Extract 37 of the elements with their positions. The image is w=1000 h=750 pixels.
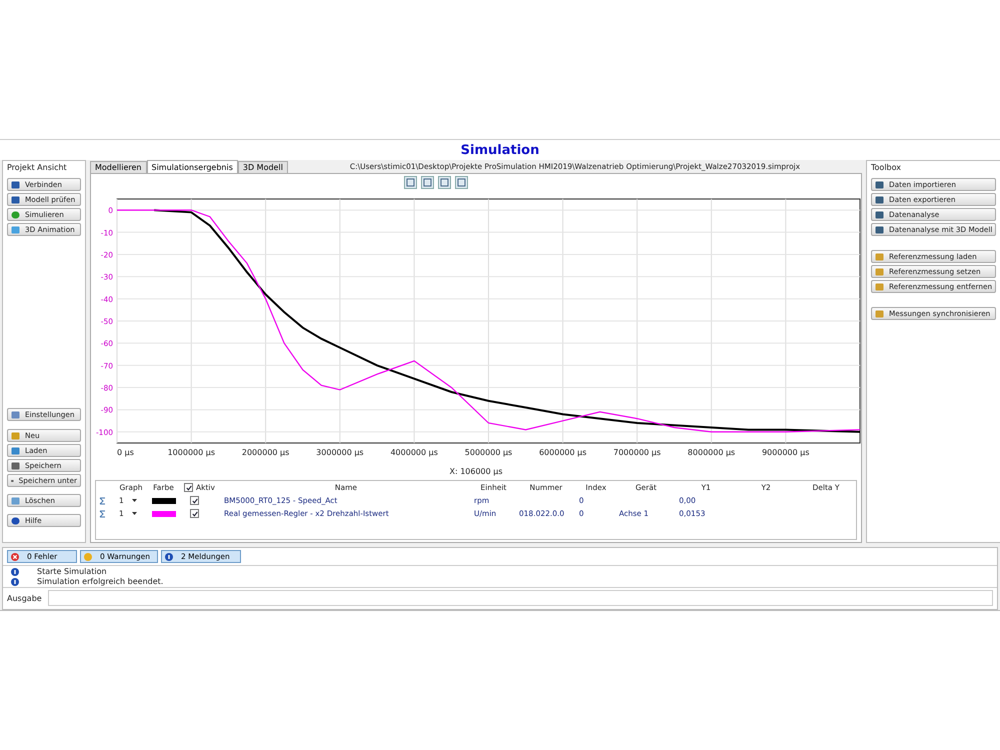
- message-text: Simulation erfolgreich beendet.: [37, 577, 164, 586]
- x-tick-label: 8000000 µs: [688, 448, 736, 457]
- x-tick-label: 2000000 µs: [242, 448, 290, 457]
- output-label: Ausgabe: [7, 594, 42, 602]
- window-title: Simulation: [0, 140, 1000, 160]
- tab[interactable]: Simulationsergebnis: [146, 160, 238, 173]
- info-icon: [11, 578, 19, 586]
- x-tick-label: 7000000 µs: [613, 448, 661, 457]
- info-icon: [11, 568, 19, 576]
- dropdown-caret-icon: [132, 512, 137, 515]
- chart-tool-button[interactable]: [455, 176, 468, 189]
- chart-tool-button[interactable]: [404, 176, 417, 189]
- x-tick-label: 9000000 µs: [762, 448, 810, 457]
- x-tick-label: 1000000 µs: [168, 448, 216, 457]
- message-text: Starte Simulation: [37, 567, 107, 576]
- error-icon: [11, 552, 19, 560]
- checkbox[interactable]: [184, 483, 193, 492]
- info-icon: [165, 552, 173, 560]
- chart-tool-button[interactable]: [421, 176, 434, 189]
- dropdown-caret-icon: [132, 499, 137, 502]
- checkbox[interactable]: [190, 509, 199, 518]
- chart-tool-button[interactable]: [438, 176, 451, 189]
- x-tick-label: 6000000 µs: [539, 448, 587, 457]
- cursor-readout: X: 106000 µs: [449, 467, 503, 476]
- checkbox[interactable]: [190, 496, 199, 505]
- x-tick-label: 4000000 µs: [390, 448, 438, 457]
- x-tick-label: 3000000 µs: [316, 448, 364, 457]
- tab[interactable]: 3D Modell: [238, 161, 288, 173]
- x-tick-label: 0 µs: [117, 448, 134, 457]
- signal-icon: [99, 510, 106, 518]
- x-tick-label: 5000000 µs: [464, 448, 512, 457]
- tab[interactable]: Modellieren: [90, 161, 146, 173]
- output-field[interactable]: [48, 590, 993, 606]
- panel-title: Toolbox: [871, 163, 902, 174]
- panel-title: Projekt Ansicht: [7, 163, 68, 174]
- warning-icon: [84, 552, 92, 560]
- signal-icon: [99, 496, 106, 504]
